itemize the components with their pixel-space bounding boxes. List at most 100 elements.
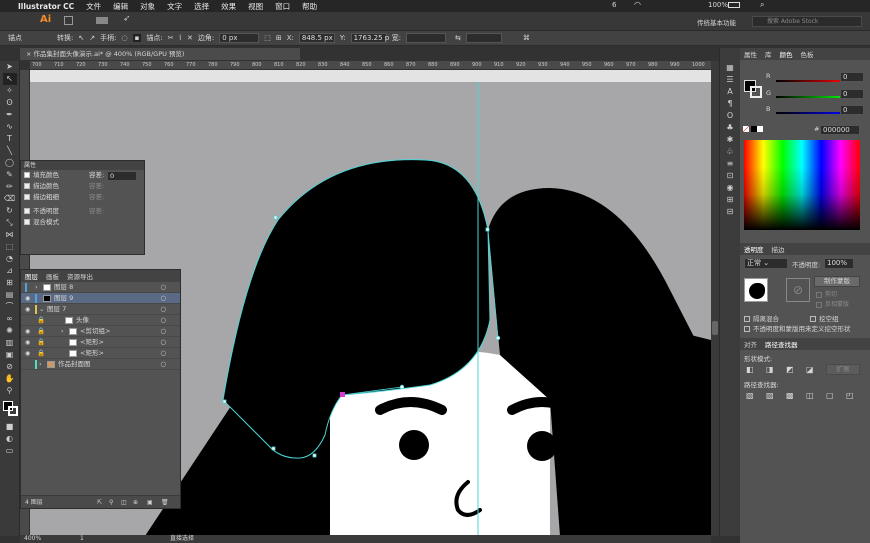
mask-placeholder-icon[interactable]: ⊘ [786,278,810,302]
new-sublayer-icon[interactable]: ⊕ [133,496,138,509]
target-icon[interactable]: ○ [160,315,166,326]
white-swatch[interactable] [757,126,763,132]
document-tab[interactable]: × 作品集封面头像演示.ai* @ 400% (RGB/GPU 预览) [20,48,300,60]
none-color-icon[interactable] [743,126,749,132]
eyedropper-icon[interactable]: ⌒ [3,301,17,313]
opentype-icon[interactable]: O [723,110,737,122]
layer-row[interactable]: › 作品封面图 ○ [21,359,180,370]
expand-arrow-icon[interactable]: › [35,282,38,293]
sublayer-row[interactable]: ◉ 🔒 <矩形> ○ [21,337,180,348]
workspace-switcher[interactable]: 传统基本功能 [697,17,736,27]
ellipse-tool-icon[interactable]: ◯ [3,157,17,169]
tab-pathfinder[interactable]: 路径查找器 [765,339,798,349]
r-field[interactable]: 0 [840,72,864,82]
invert-mask-checkbox[interactable]: 反相蒙版 [816,299,849,308]
make-mask-button[interactable]: 制作蒙版 [814,276,860,287]
hex-field[interactable]: 000000 [820,125,860,135]
lock-icon[interactable]: 🔒 [37,326,45,337]
menu-object[interactable]: 对象 [140,1,155,12]
hand-tool-icon[interactable]: ✋ [3,373,17,385]
expand-arrow-icon[interactable]: › [61,326,64,337]
gpu-icon[interactable]: ➶ [123,14,131,24]
menu-effect[interactable]: 效果 [221,1,236,12]
sublayer-row[interactable]: ◉ 🔒 <矩形> ○ [21,348,180,359]
graphic-styles-icon[interactable]: ◉ [723,182,737,194]
properties-icon[interactable]: ▦ [723,62,737,74]
appearance-panel-icon[interactable]: ⊞ [723,194,737,206]
clip-checkbox[interactable]: 剪切 [816,289,837,298]
anchor-point[interactable] [273,215,278,220]
target-icon[interactable]: ○ [160,304,166,315]
selected-anchor-point[interactable] [340,392,345,397]
tab-swatches[interactable]: 色板 [801,49,814,59]
brushes-icon[interactable]: ✱ [723,134,737,146]
lock-icon[interactable]: 🔒 [37,337,45,348]
g-slider[interactable] [776,96,846,98]
tab-transparency[interactable]: 透明度 [744,244,764,254]
battery-icon[interactable] [728,2,740,8]
stock-search-input[interactable]: 搜索 Adobe Stock [752,16,862,27]
exclude-icon[interactable]: ◪ [806,365,814,374]
tab-asset-export[interactable]: 资源导出 [67,271,93,281]
new-layer-icon[interactable]: ▣ [147,496,153,509]
paintbrush-icon[interactable]: ✎ [3,169,17,181]
search-icon[interactable]: ⌕ [760,0,764,10]
tab-artboards[interactable]: 画板 [46,271,59,281]
menu-file[interactable]: 文件 [86,1,101,12]
blend-mode-checkbox[interactable] [24,219,30,225]
draw-mode-icon[interactable]: ◐ [3,433,17,445]
scale-icon[interactable]: ⤡ [3,217,17,229]
expand-arrow-icon[interactable]: ⌄ [39,304,44,315]
graph-tool-icon[interactable]: ▥ [3,337,17,349]
artboard-icon[interactable]: ▣ [3,349,17,361]
align-icon[interactable]: ⊞ [276,34,282,42]
screen-mode-icon[interactable]: ▭ [3,445,17,457]
direct-selection-tool-icon[interactable]: ↖ [2,73,17,85]
intersect-icon[interactable]: ◩ [786,365,794,374]
tab-color[interactable]: 颜色 [780,49,793,59]
magic-wand-icon[interactable]: ✧ [3,85,17,97]
zoom-tool-icon[interactable]: ⚲ [3,385,17,397]
selection-tool-icon[interactable]: ➤ [3,61,17,73]
fill-stroke-swatch[interactable] [0,397,19,421]
links-icon[interactable]: ⊟ [723,206,737,218]
menu-app-name[interactable]: Illustrator CC [18,2,74,11]
handle-icon[interactable]: ◌ [121,34,127,42]
opacity-field[interactable]: 100% [824,258,854,269]
perspective-icon[interactable]: ⊿ [3,265,17,277]
rotate-icon[interactable]: ↻ [3,205,17,217]
slice-icon[interactable]: ⊘ [3,361,17,373]
library-icon[interactable] [64,16,73,25]
menu-window[interactable]: 窗口 [275,1,290,12]
menu-view[interactable]: 视图 [248,1,263,12]
layer-row[interactable]: › 图层 8 ○ [21,282,180,293]
target-icon[interactable]: ○ [160,359,166,370]
character-icon[interactable]: A [723,86,737,98]
connect-anchor-icon[interactable]: ⌇ [179,34,182,42]
width-field[interactable] [405,33,446,43]
layer-row[interactable]: ◉ ⌄ 图层 7 ○ [21,304,180,315]
x-field[interactable]: 848.5 px [298,33,335,43]
corner-radius-field[interactable]: 0 px [219,33,260,43]
symbol-sprayer-icon[interactable]: ✺ [3,325,17,337]
r-slider[interactable] [776,80,846,82]
delete-layer-icon[interactable]: 🗑 [161,496,169,509]
pencil-icon[interactable]: ✏ [3,181,17,193]
sublayer-row[interactable]: 🔒 头像 ○ [21,315,180,326]
curvature-icon[interactable]: ∿ [3,121,17,133]
opacity-checkbox[interactable] [24,208,30,214]
expand-button[interactable]: 扩展 [826,364,860,375]
opacity-mask-knockout-checkbox[interactable]: 不透明度和蒙版用来定义挖空形状 [744,323,851,333]
convert-smooth-icon[interactable]: ↗ [89,34,95,42]
minus-front-icon[interactable]: ◨ [766,365,774,374]
blend-icon[interactable]: ∞ [3,313,17,325]
stroke-swatch[interactable] [8,406,18,416]
page-number[interactable]: 1 [80,535,84,543]
height-field[interactable] [465,33,502,43]
crop-icon[interactable]: ◫ [806,391,814,400]
target-icon[interactable]: ○ [160,337,166,348]
anchor-point[interactable] [271,446,276,451]
lock-icon[interactable]: 🔒 [37,315,45,326]
menu-type[interactable]: 文字 [167,1,182,12]
expand-arrow-icon[interactable]: › [39,359,42,370]
